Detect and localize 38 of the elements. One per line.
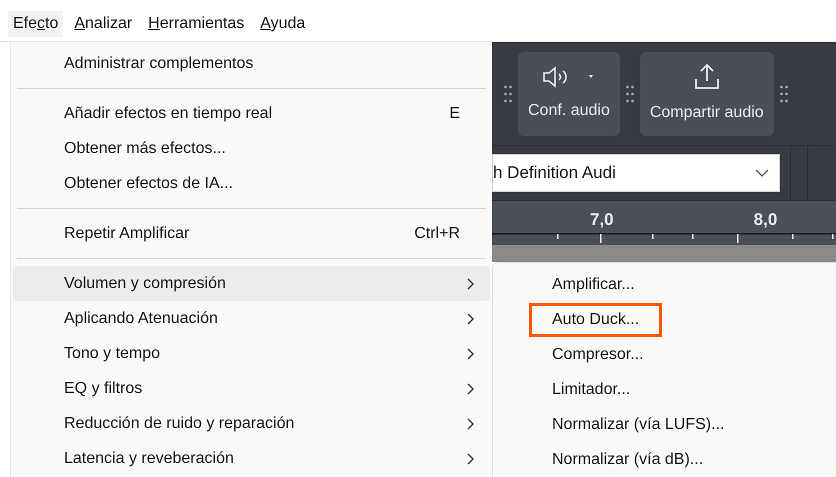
menu-item[interactable]: Reducción de ruido y reparación <box>13 406 490 441</box>
menu-item[interactable]: Aplicando Atenuación <box>13 301 490 336</box>
menu-item[interactable]: Obtener efectos de IA... <box>13 166 490 201</box>
menu-bar-item[interactable]: Ayuda <box>255 11 310 37</box>
menu-item[interactable]: Volumen y compresión <box>13 266 490 301</box>
menu-item[interactable]: Latencia y reveberación <box>13 441 490 476</box>
submenu-item[interactable]: Auto Duck... <box>529 302 662 336</box>
menu-item[interactable]: Añadir efectos en tiempo real E <box>13 96 490 131</box>
submenu-item[interactable]: Compresor... <box>529 338 667 372</box>
grip-icon[interactable] <box>780 84 788 102</box>
menu-bar-item[interactable]: Herramientas <box>143 11 250 37</box>
menu-item[interactable]: Administrar complementos <box>13 46 490 81</box>
chevron-right-icon <box>466 452 474 464</box>
menu-item[interactable]: Tono y tempo <box>13 336 490 371</box>
submenu-item[interactable]: Normalizar (vía LUFS)... <box>529 408 748 442</box>
chevron-right-icon <box>466 312 474 324</box>
chevron-right-icon <box>466 382 474 394</box>
chevron-down-icon <box>755 169 769 177</box>
chevron-right-icon <box>466 278 474 290</box>
ruler-label: 7,0 <box>590 209 614 231</box>
device-select[interactable]: h Definition Audi <box>492 154 780 192</box>
grip-icon[interactable] <box>504 84 512 102</box>
menu-bar-item[interactable]: Efecto <box>8 11 64 37</box>
ruler-label: 8,0 <box>754 209 778 231</box>
submenu-item[interactable]: Limitador... <box>529 372 654 406</box>
menu-item[interactable]: Obtener más efectos... <box>13 131 490 166</box>
submenu-item[interactable]: Normalizar (vía dB)... <box>529 442 726 476</box>
chevron-right-icon <box>466 348 474 360</box>
grip-icon[interactable] <box>626 84 634 102</box>
shortcut-label: E <box>449 104 461 124</box>
toolbar-button[interactable]: Compartir audio <box>640 52 774 136</box>
submenu-item[interactable]: Amplificar... <box>529 268 658 302</box>
menu-bar-item[interactable]: Analizar <box>69 11 138 37</box>
shortcut-label: Ctrl+R <box>414 224 461 244</box>
toolbar-button[interactable]: Conf. audio <box>518 52 620 136</box>
menu-item[interactable]: Repetir Amplificar Ctrl+R <box>13 216 490 251</box>
menu-item[interactable]: EQ y filtros <box>13 371 490 406</box>
chevron-right-icon <box>466 418 474 430</box>
